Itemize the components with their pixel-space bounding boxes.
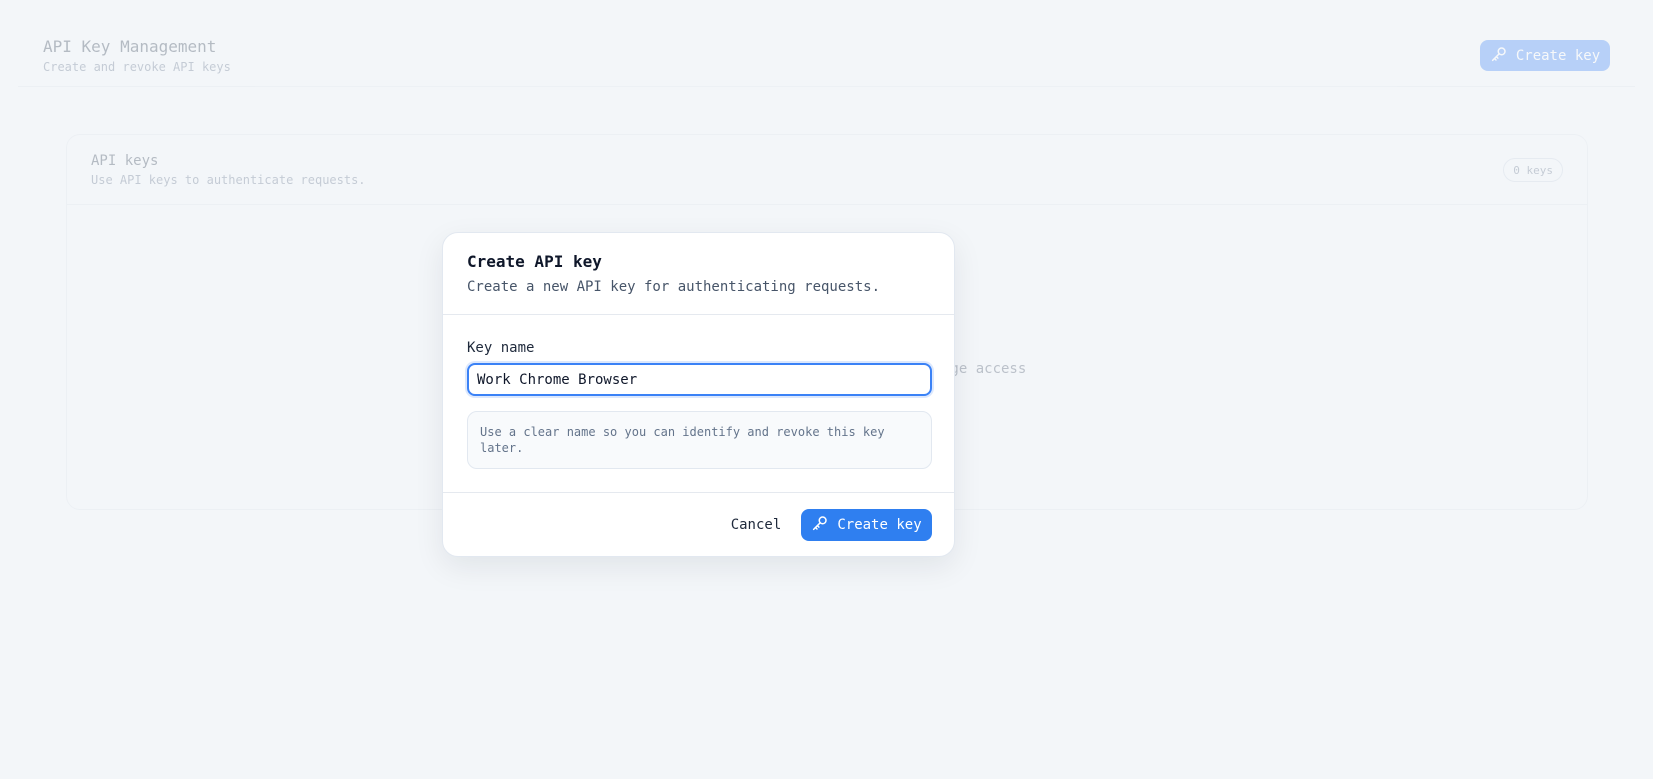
key-name-input[interactable] xyxy=(467,363,932,396)
key-count-badge: 0 keys xyxy=(1503,158,1563,182)
create-key-button[interactable]: Create key xyxy=(801,509,932,541)
dialog-subtitle: Create a new API key for authenticating … xyxy=(467,279,881,295)
header-create-key-button[interactable]: Create key xyxy=(1480,40,1610,71)
api-keys-card-header: API keys Use API keys to authenticate re… xyxy=(67,135,1587,205)
key-name-hint: Use a clear name so you can identify and… xyxy=(467,411,932,469)
create-api-key-dialog: Create API key Create a new API key for … xyxy=(442,232,955,557)
dialog-footer: Cancel Create key xyxy=(443,493,954,557)
page-title: API Key Management xyxy=(43,37,217,56)
card-title: API keys xyxy=(91,153,159,169)
dialog-title: Create API key xyxy=(467,252,602,271)
dialog-header: Create API key Create a new API key for … xyxy=(443,233,954,315)
empty-state-text: age access xyxy=(942,361,1027,377)
card-subtitle: Use API keys to authenticate requests. xyxy=(91,173,366,187)
create-key-label: Create key xyxy=(837,517,922,533)
page: API Key Management Create and revoke API… xyxy=(0,0,1653,779)
key-icon xyxy=(1490,45,1508,67)
cancel-button[interactable]: Cancel xyxy=(721,509,791,541)
key-icon xyxy=(811,514,829,536)
page-header: API Key Management Create and revoke API… xyxy=(18,0,1635,87)
header-create-key-label: Create key xyxy=(1515,47,1601,64)
dialog-body: Key name Use a clear name so you can ide… xyxy=(443,315,954,493)
page-subtitle: Create and revoke API keys xyxy=(43,60,231,74)
key-name-label: Key name xyxy=(467,340,535,356)
